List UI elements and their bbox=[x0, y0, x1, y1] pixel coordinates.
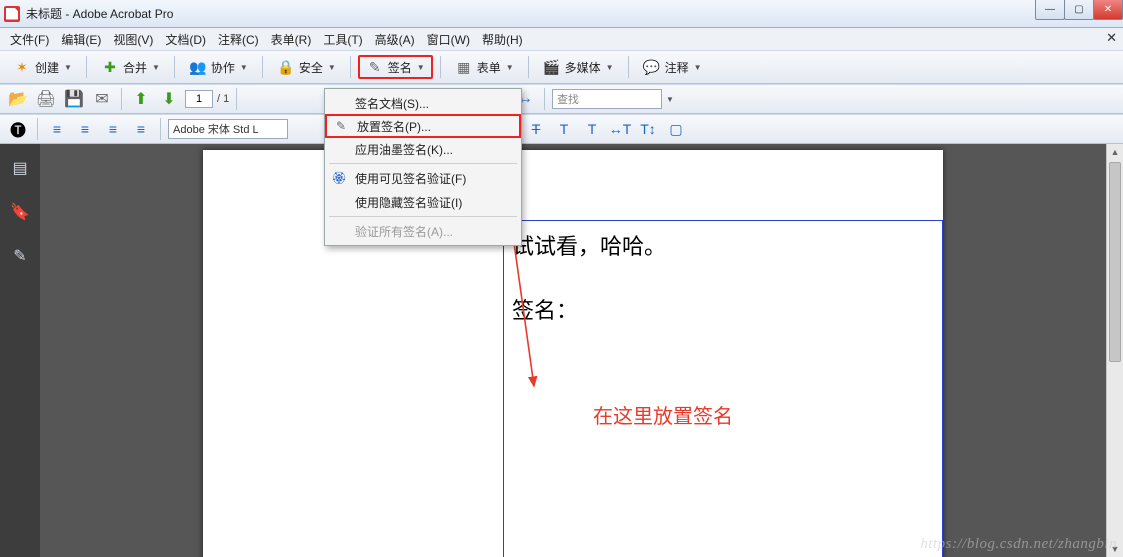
menu-validate-hidden[interactable]: 使用隐藏签名验证(I) bbox=[325, 190, 521, 214]
annotation-text: 在这里放置签名 bbox=[593, 400, 733, 429]
create-button[interactable]: ✶ 创建▼ bbox=[6, 55, 79, 79]
menu-sign-document[interactable]: 签名文档(S)... bbox=[325, 91, 521, 115]
page-number-input[interactable] bbox=[185, 90, 213, 108]
toolbar-text: 🅣 ≡ ≡ ≡ ≡ Adobe 宋体 Std L T T T T ↔T T↕ ▢ bbox=[0, 114, 1123, 144]
separator bbox=[262, 56, 263, 78]
strikethrough-button[interactable]: T bbox=[524, 118, 548, 140]
pdf-page: 试试看，哈哈。 签名： 在这里放置签名 bbox=[203, 150, 943, 557]
doc-text-line2: 签名： bbox=[512, 293, 578, 325]
separator bbox=[160, 118, 161, 140]
align-justify-button[interactable]: ≡ bbox=[129, 118, 153, 140]
menu-tools[interactable]: 工具(T) bbox=[317, 29, 368, 50]
separator bbox=[121, 88, 122, 110]
window-controls: — ▢ ✕ bbox=[1036, 0, 1123, 20]
menu-advanced[interactable]: 高级(A) bbox=[369, 29, 421, 50]
multimedia-button[interactable]: 🎬 多媒体▼ bbox=[536, 55, 621, 79]
pages-panel-icon[interactable]: ▤ bbox=[10, 158, 30, 178]
separator bbox=[544, 88, 545, 110]
forms-icon: ▦ bbox=[455, 58, 473, 76]
text-tool-button[interactable]: 🅣 bbox=[6, 118, 30, 140]
font-select[interactable]: Adobe 宋体 Std L bbox=[168, 119, 288, 139]
pen-icon: ✎ bbox=[333, 119, 349, 133]
menu-view[interactable]: 视图(V) bbox=[107, 29, 159, 50]
toolbar-main: ✶ 创建▼ ✚ 合并▼ 👥 协作▼ 🔒 安全▼ ✎ 签名▼ ▦ 表单▼ 🎬 多媒… bbox=[0, 50, 1123, 84]
separator bbox=[628, 56, 629, 78]
menu-help[interactable]: 帮助(H) bbox=[476, 29, 529, 50]
maximize-button[interactable]: ▢ bbox=[1064, 0, 1094, 20]
sign-dropdown: 签名文档(S)... ✎ 放置签名(P)... 应用油墨签名(K)... 🏵 使… bbox=[324, 88, 522, 246]
save-button[interactable]: 💾 bbox=[62, 88, 86, 110]
menu-separator bbox=[329, 163, 517, 164]
window-title: 未标题 - Adobe Acrobat Pro bbox=[26, 5, 173, 22]
separator bbox=[174, 56, 175, 78]
ribbon-icon: 🏵 bbox=[331, 171, 347, 185]
find-input[interactable]: 查找 bbox=[552, 89, 662, 109]
comment-button[interactable]: 💬 注释▼ bbox=[636, 55, 709, 79]
page-total: / 1 bbox=[217, 93, 229, 105]
signatures-panel-icon[interactable]: ✎ bbox=[10, 246, 30, 266]
separator bbox=[236, 88, 237, 110]
collab-button[interactable]: 👥 协作▼ bbox=[182, 55, 255, 79]
menu-ink-signature[interactable]: 应用油墨签名(K)... bbox=[325, 137, 521, 161]
separator bbox=[528, 56, 529, 78]
print-button[interactable]: 🖨 bbox=[34, 88, 58, 110]
menu-file[interactable]: 文件(F) bbox=[4, 29, 55, 50]
toolbar-secondary: 📂 🖨 💾 ✉ ⬆ ⬇ / 1 % ▼ ▭ ↔ 查找 ▼ bbox=[0, 84, 1123, 114]
menu-window[interactable]: 窗口(W) bbox=[421, 29, 476, 50]
menu-validate-visible[interactable]: 🏵 使用可见签名验证(F) bbox=[325, 166, 521, 190]
email-button[interactable]: ✉ bbox=[90, 88, 114, 110]
separator bbox=[37, 118, 38, 140]
vscale-button[interactable]: T↕ bbox=[636, 118, 660, 140]
menu-separator bbox=[329, 216, 517, 217]
lock-icon: 🔒 bbox=[277, 58, 295, 76]
scroll-up-icon[interactable]: ▲ bbox=[1107, 144, 1123, 160]
titlebar: 未标题 - Adobe Acrobat Pro — ▢ ✕ bbox=[0, 0, 1123, 28]
pen-icon: ✎ bbox=[366, 58, 384, 76]
multimedia-icon: 🎬 bbox=[543, 58, 561, 76]
signature-field[interactable]: 试试看，哈哈。 签名： bbox=[503, 220, 943, 557]
doc-text-line1: 试试看，哈哈。 bbox=[512, 229, 666, 261]
sign-button[interactable]: ✎ 签名▼ bbox=[358, 55, 433, 79]
create-icon: ✶ bbox=[13, 58, 31, 76]
separator bbox=[440, 56, 441, 78]
watermark: https://blog.csdn.net/zhangbin bbox=[920, 536, 1117, 553]
menu-document[interactable]: 文档(D) bbox=[159, 29, 212, 50]
superscript-button[interactable]: T bbox=[552, 118, 576, 140]
page-up-button[interactable]: ⬆ bbox=[129, 88, 153, 110]
navigation-pane: ▤ 🔖 ✎ bbox=[0, 144, 40, 557]
menu-edit[interactable]: 编辑(E) bbox=[55, 29, 107, 50]
menu-comments[interactable]: 注释(C) bbox=[212, 29, 265, 50]
merge-icon: ✚ bbox=[101, 58, 119, 76]
vertical-scrollbar[interactable]: ▲ ▼ bbox=[1106, 144, 1123, 557]
open-button[interactable]: 📂 bbox=[6, 88, 30, 110]
menubar: 文件(F) 编辑(E) 视图(V) 文档(D) 注释(C) 表单(R) 工具(T… bbox=[0, 28, 1123, 50]
menu-place-signature[interactable]: ✎ 放置签名(P)... bbox=[325, 114, 521, 138]
subscript-button[interactable]: T bbox=[580, 118, 604, 140]
menu-forms[interactable]: 表单(R) bbox=[265, 29, 318, 50]
scroll-thumb[interactable] bbox=[1109, 162, 1121, 362]
forms-button[interactable]: ▦ 表单▼ bbox=[448, 55, 521, 79]
separator bbox=[350, 56, 351, 78]
align-right-button[interactable]: ≡ bbox=[101, 118, 125, 140]
merge-button[interactable]: ✚ 合并▼ bbox=[94, 55, 167, 79]
comment-icon: 💬 bbox=[643, 58, 661, 76]
bookmarks-panel-icon[interactable]: 🔖 bbox=[10, 202, 30, 222]
document-area[interactable]: 试试看，哈哈。 签名： 在这里放置签名 bbox=[40, 144, 1106, 557]
align-center-button[interactable]: ≡ bbox=[73, 118, 97, 140]
close-button[interactable]: ✕ bbox=[1093, 0, 1123, 20]
crop-button[interactable]: ▢ bbox=[664, 118, 688, 140]
align-left-button[interactable]: ≡ bbox=[45, 118, 69, 140]
menu-validate-all: 验证所有签名(A)... bbox=[325, 219, 521, 243]
main-area: ▤ 🔖 ✎ 试试看，哈哈。 签名： 在这里放置签名 ▲ ▼ bbox=[0, 144, 1123, 557]
secure-button[interactable]: 🔒 安全▼ bbox=[270, 55, 343, 79]
pdf-icon bbox=[4, 6, 20, 22]
document-close-icon[interactable]: ✕ bbox=[1106, 30, 1117, 46]
hscale-button[interactable]: ↔T bbox=[608, 118, 632, 140]
separator bbox=[86, 56, 87, 78]
collab-icon: 👥 bbox=[189, 58, 207, 76]
minimize-button[interactable]: — bbox=[1035, 0, 1065, 20]
page-down-button[interactable]: ⬇ bbox=[157, 88, 181, 110]
